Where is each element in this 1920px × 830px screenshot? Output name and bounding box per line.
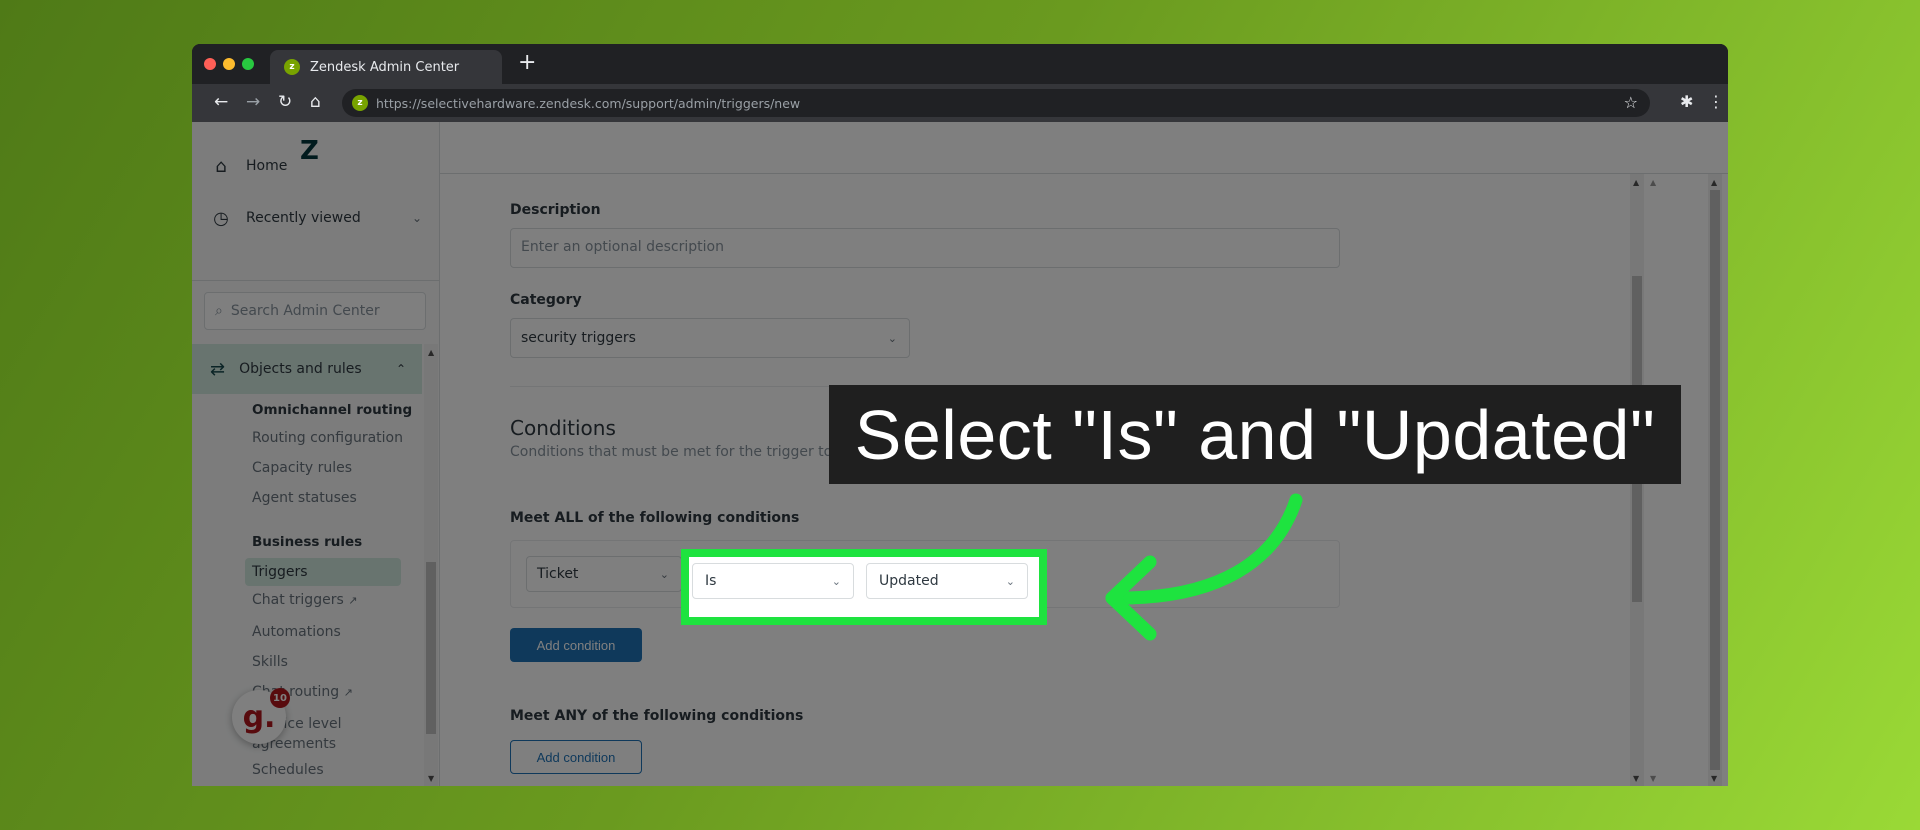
new-tab-button[interactable]: + xyxy=(518,52,536,74)
sidebar-item-chat-triggers[interactable]: Chat triggers ↗ xyxy=(252,592,357,608)
conditions-title: Conditions xyxy=(510,416,616,440)
sidebar-item-label: Recently viewed xyxy=(246,210,361,226)
browser-tab[interactable]: z Zendesk Admin Center xyxy=(270,50,502,84)
sidebar-item-triggers[interactable]: Triggers xyxy=(245,558,401,586)
external-link-icon: ↗ xyxy=(343,686,353,699)
tab-strip: z Zendesk Admin Center + xyxy=(192,44,1728,84)
sidebar-item-agent-statuses[interactable]: Agent statuses xyxy=(252,490,357,506)
site-favicon-icon: z xyxy=(352,95,368,111)
meet-any-label: Meet ANY of the following conditions xyxy=(510,708,804,724)
zendesk-favicon-icon: z xyxy=(284,59,300,75)
condition-operator-value: Is xyxy=(705,573,717,589)
chevron-up-icon: ⌃ xyxy=(395,362,406,376)
sidebar-item-routing-configuration[interactable]: Routing configuration xyxy=(252,430,403,446)
condition-field-value: Ticket xyxy=(537,566,579,582)
browser-menu-icon[interactable]: ⋮ xyxy=(1708,92,1724,111)
sidebar-item-recently-viewed[interactable]: ◷ Recently viewed ⌄ xyxy=(192,196,440,240)
chevron-down-icon: ⌄ xyxy=(887,331,897,345)
minimize-window-button[interactable] xyxy=(223,58,235,70)
scroll-down-icon[interactable]: ▼ xyxy=(428,774,434,783)
reload-icon[interactable]: ↻ xyxy=(278,92,292,112)
chevron-down-icon: ⌄ xyxy=(1005,574,1015,588)
close-window-button[interactable] xyxy=(204,58,216,70)
url-text[interactable]: https://selectivehardware.zendesk.com/su… xyxy=(376,96,800,111)
sidebar-item-capacity-rules[interactable]: Capacity rules xyxy=(252,460,352,476)
scroll-down-icon[interactable]: ▼ xyxy=(1711,774,1717,783)
meet-all-label: Meet ALL of the following conditions xyxy=(510,510,800,526)
add-condition-any-button[interactable]: Add condition xyxy=(510,740,642,774)
category-value: security triggers xyxy=(521,330,636,346)
back-icon[interactable]: ← xyxy=(214,92,228,112)
sidebar-group-heading: Omnichannel routing xyxy=(252,402,413,418)
sidebar-divider xyxy=(192,280,440,281)
sidebar-item-automations[interactable]: Automations xyxy=(252,624,341,640)
sidebar-item-label: Chat triggers xyxy=(252,592,344,608)
sidebar: Z ⌂ Home ◷ Recently viewed ⌄ ⌕ Search Ad… xyxy=(192,122,440,786)
search-icon: ⌕ xyxy=(215,303,223,319)
top-bar: ▦ ? ● xyxy=(440,122,1728,174)
sidebar-scrollbar-thumb[interactable] xyxy=(426,562,436,734)
maximize-window-button[interactable] xyxy=(242,58,254,70)
scroll-up-icon[interactable]: ▲ xyxy=(1711,178,1717,187)
arrow-curve xyxy=(1105,493,1303,605)
external-link-icon: ↗ xyxy=(348,594,358,607)
tab-title: Zendesk Admin Center xyxy=(310,59,460,75)
browser-toolbar: ← → ↻ ⌂ z https://selectivehardware.zend… xyxy=(192,84,1728,122)
sidebar-item-schedules[interactable]: Schedules xyxy=(252,762,324,778)
scroll-up-icon[interactable]: ▲ xyxy=(428,348,434,357)
condition-value-value: Updated xyxy=(879,573,939,589)
category-select[interactable]: security triggers ⌄ xyxy=(510,318,910,358)
section-label: Objects and rules xyxy=(239,361,362,377)
condition-value-select[interactable]: Updated ⌄ xyxy=(866,563,1028,599)
clock-icon: ◷ xyxy=(213,207,229,229)
search-placeholder: Search Admin Center xyxy=(230,303,380,319)
extensions-puzzle-icon[interactable]: ✱ xyxy=(1680,92,1693,111)
objects-rules-icon: ⇄ xyxy=(210,358,226,380)
category-label: Category xyxy=(510,292,582,308)
chevron-down-icon: ⌄ xyxy=(831,574,841,588)
chevron-down-icon: ⌄ xyxy=(659,567,669,581)
home-icon: ⌂ xyxy=(215,155,227,177)
condition-operator-select[interactable]: Is ⌄ xyxy=(692,563,854,599)
sidebar-item-skills[interactable]: Skills xyxy=(252,654,288,670)
forward-icon[interactable]: → xyxy=(246,92,260,112)
page-scrollbar-thumb[interactable] xyxy=(1710,190,1720,770)
notification-count-badge: 10 xyxy=(270,688,290,708)
sidebar-section-objects-and-rules[interactable]: ⇄ Objects and rules ⌃ xyxy=(192,344,422,394)
sidebar-item-label: Home xyxy=(246,158,288,174)
scroll-down-icon[interactable]: ▼ xyxy=(1633,774,1639,783)
condition-field-select[interactable]: Ticket ⌄ xyxy=(526,556,682,592)
add-condition-all-button[interactable]: Add condition xyxy=(510,628,642,662)
address-bar[interactable]: z https://selectivehardware.zendesk.com/… xyxy=(342,89,1650,117)
home-icon[interactable]: ⌂ xyxy=(310,92,321,112)
sidebar-item-home[interactable]: ⌂ Home xyxy=(192,144,440,188)
scroll-down-icon[interactable]: ▼ xyxy=(1650,774,1656,783)
tutorial-caption: Select "Is" and "Updated" xyxy=(829,385,1681,484)
search-admin-input[interactable]: ⌕ Search Admin Center xyxy=(204,292,426,330)
pointer-arrow-icon xyxy=(1105,493,1303,641)
description-label: Description xyxy=(510,202,601,218)
scroll-up-icon[interactable]: ▲ xyxy=(1650,178,1656,187)
chevron-down-icon: ⌄ xyxy=(411,211,422,225)
bookmark-star-icon[interactable]: ☆ xyxy=(1624,93,1638,112)
scroll-up-icon[interactable]: ▲ xyxy=(1633,178,1639,187)
description-textarea[interactable]: Enter an optional description xyxy=(510,228,1340,268)
sidebar-group-heading: Business rules xyxy=(252,534,363,550)
conditions-hint: Conditions that must be met for the trig… xyxy=(510,444,861,460)
